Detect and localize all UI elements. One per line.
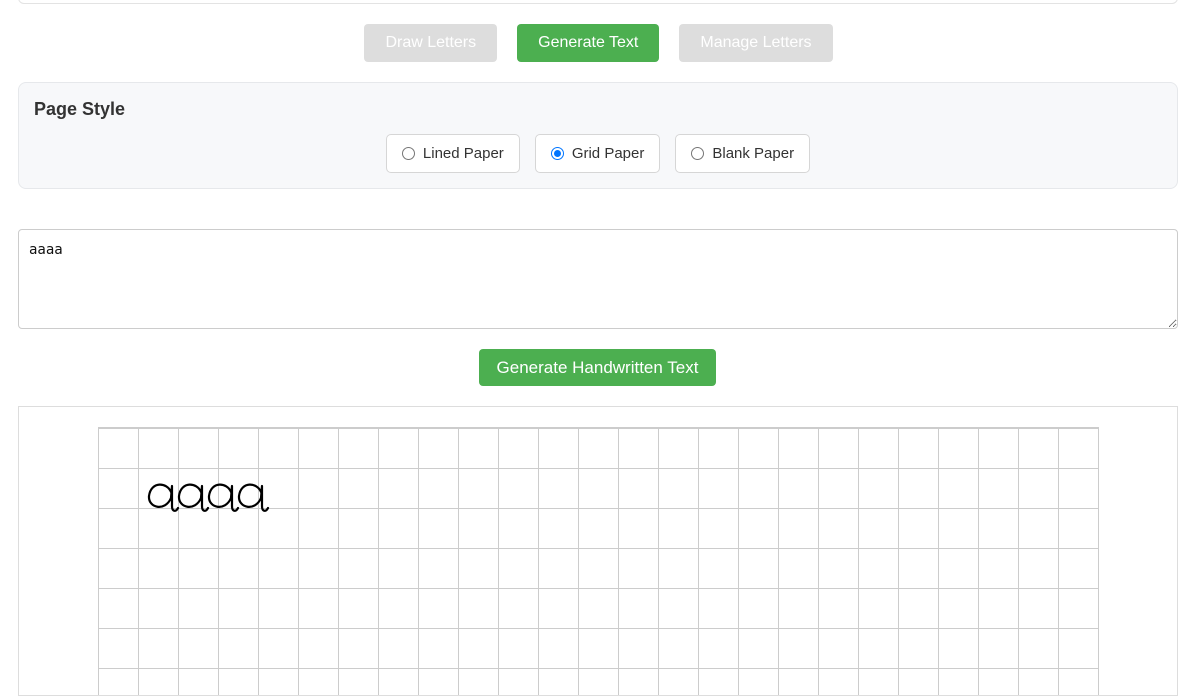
mode-toolbar: Draw Letters Generate Text Manage Letter… — [0, 24, 1197, 62]
grid-paper-label: Grid Paper — [571, 145, 645, 162]
blank-paper-label: Blank Paper — [712, 145, 795, 162]
handwritten-glyphs — [147, 483, 270, 512]
lined-paper-option[interactable]: Lined Paper — [385, 134, 520, 173]
handwritten-letter — [147, 483, 180, 512]
page-style-panel: Page Style Lined Paper Grid Paper Blank … — [18, 82, 1178, 189]
text-input[interactable] — [18, 229, 1178, 329]
grid-paper — [98, 427, 1099, 695]
handwritten-letter — [177, 483, 210, 512]
manage-letters-button[interactable]: Manage Letters — [679, 24, 833, 62]
lined-paper-label: Lined Paper — [422, 145, 504, 162]
lined-paper-radio[interactable] — [401, 147, 415, 160]
blank-paper-option[interactable]: Blank Paper — [675, 134, 811, 173]
previous-panel-edge — [18, 0, 1178, 4]
grid-paper-radio[interactable] — [550, 147, 564, 160]
blank-paper-radio[interactable] — [691, 147, 705, 160]
generate-handwritten-text-button[interactable]: Generate Handwritten Text — [479, 349, 716, 386]
handwritten-letter — [207, 483, 240, 512]
draw-letters-button[interactable]: Draw Letters — [364, 24, 498, 62]
generate-text-button[interactable]: Generate Text — [517, 24, 660, 62]
handwritten-text — [147, 468, 277, 518]
handwritten-letter — [237, 483, 270, 512]
output-canvas — [18, 406, 1178, 696]
grid-paper-option[interactable]: Grid Paper — [534, 134, 661, 173]
page-style-title: Page Style — [34, 99, 126, 119]
page-style-options: Lined Paper Grid Paper Blank Paper — [19, 134, 1177, 173]
